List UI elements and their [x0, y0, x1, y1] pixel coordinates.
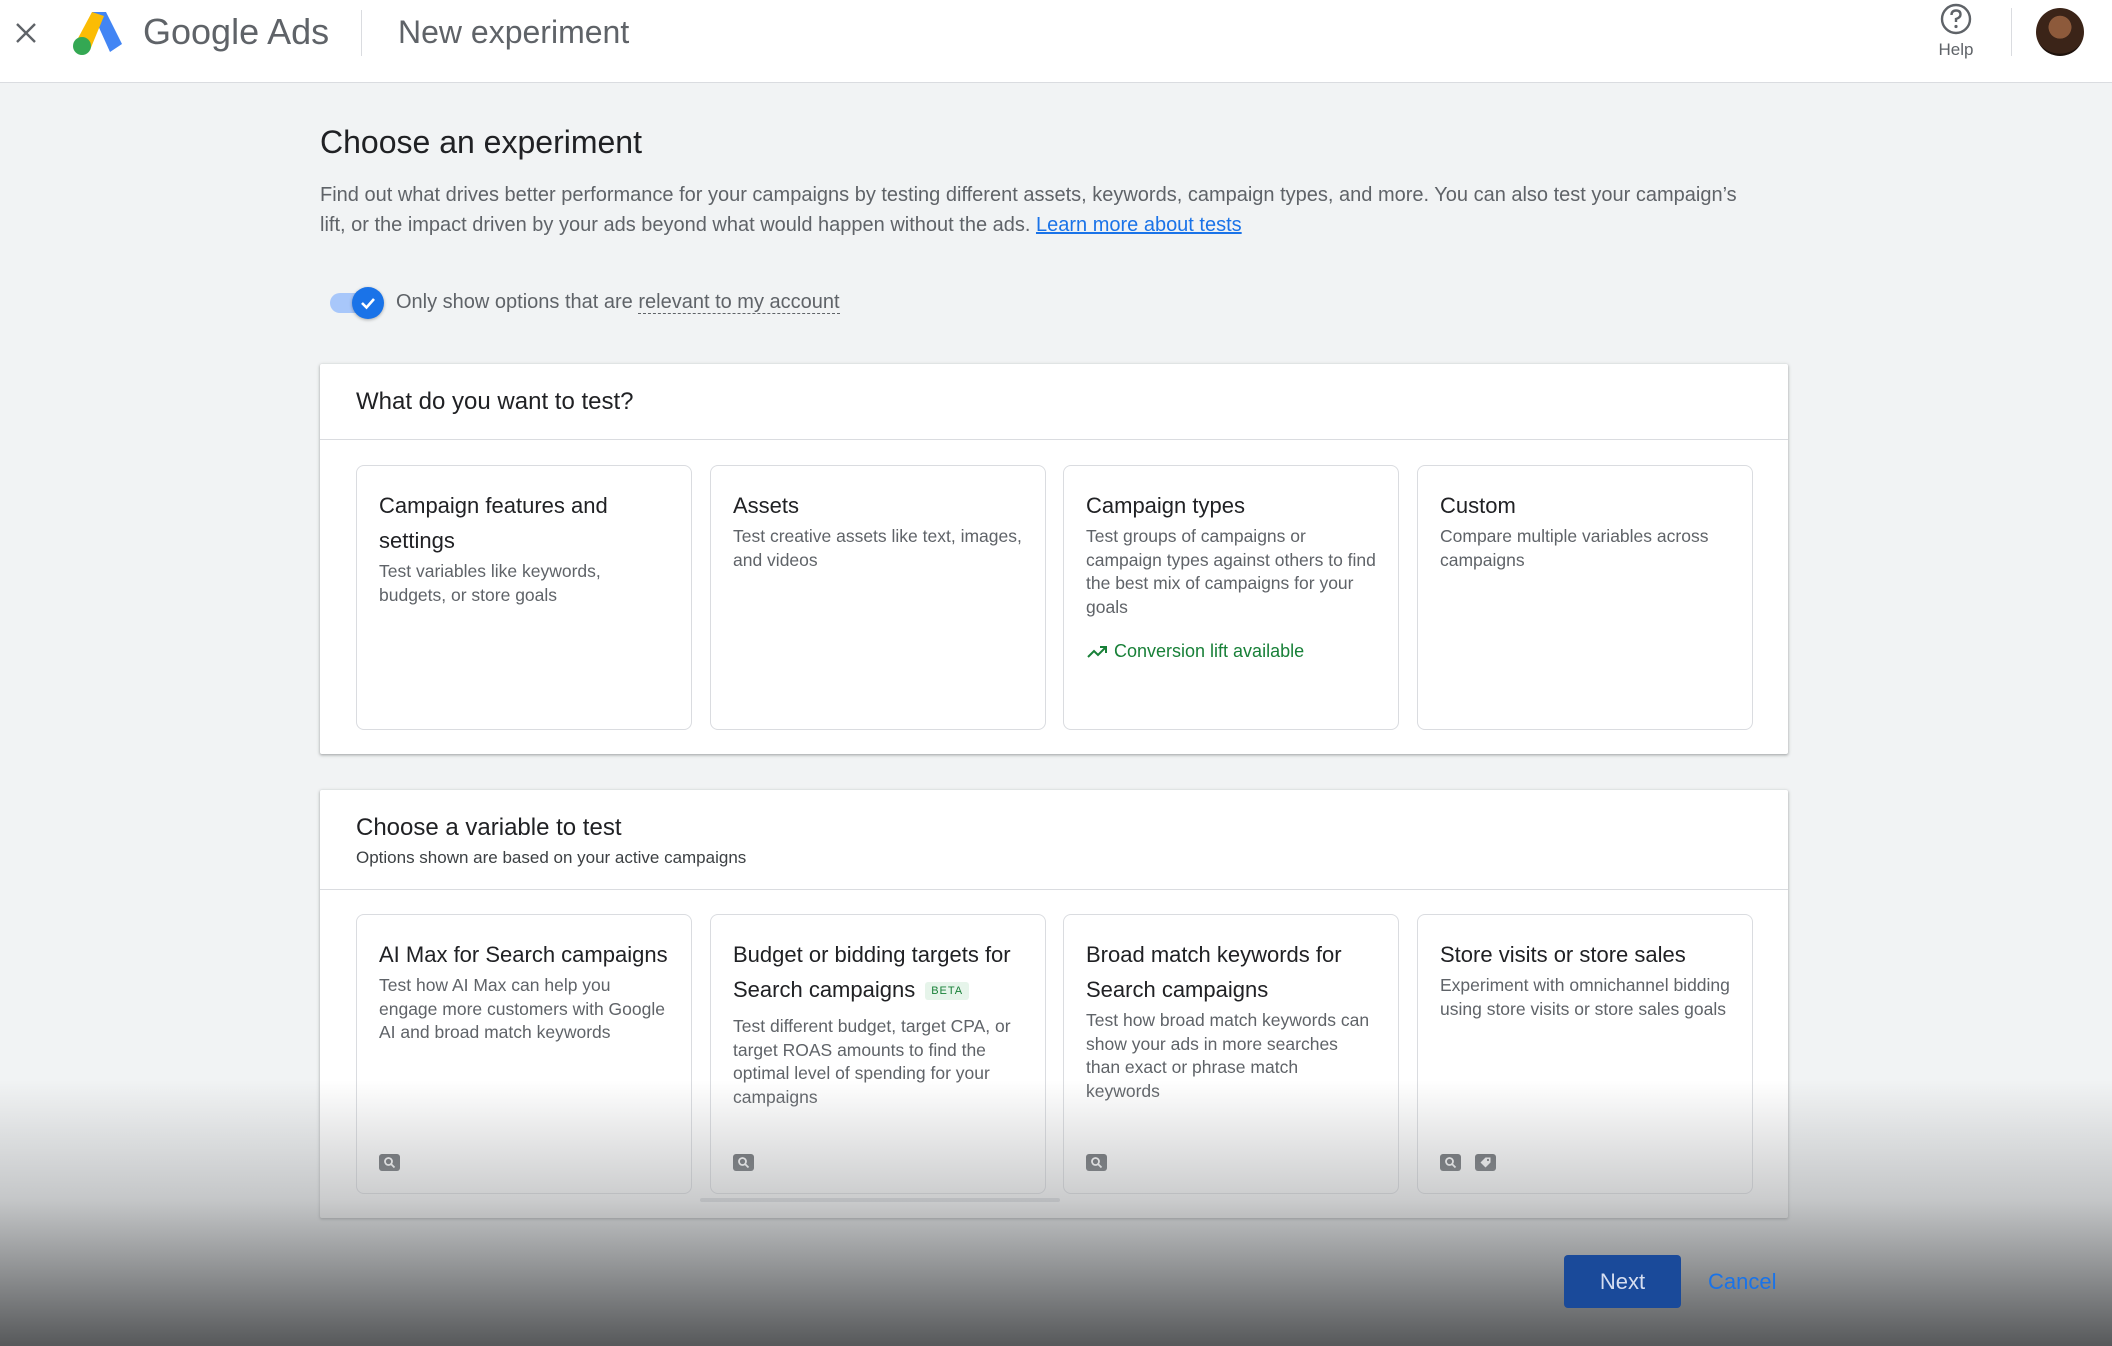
card-title-wrap: Budget or bidding targets for Search cam… — [733, 937, 1023, 1007]
search-campaign-icon — [1440, 1154, 1461, 1171]
card-broad-match[interactable]: Broad match keywords for Search campaign… — [1063, 914, 1399, 1194]
card-desc: Test how broad match keywords can show y… — [1086, 1010, 1370, 1101]
tag-icon — [1475, 1154, 1496, 1171]
card-title: AI Max for Search campaigns — [379, 942, 668, 967]
intro-body: Find out what drives better performance … — [320, 184, 1737, 236]
close-icon — [16, 23, 36, 43]
card-icons — [1440, 1154, 1496, 1171]
variable-panel-title: Choose a variable to test — [356, 814, 622, 841]
conversion-lift-text: Conversion lift available — [1114, 641, 1305, 661]
card-desc: Test different budget, target CPA, or ta… — [733, 1016, 1011, 1107]
close-button[interactable] — [10, 14, 42, 52]
brand-name: Google Ads — [143, 10, 329, 54]
card-desc: Test how AI Max can help you engage more… — [379, 975, 665, 1042]
relevance-toggle[interactable] — [330, 287, 384, 319]
toggle-knob — [352, 287, 384, 319]
conversion-lift-note: Conversion lift available — [1086, 641, 1376, 662]
card-ai-max[interactable]: AI Max for Search campaigns Test how AI … — [356, 914, 692, 1194]
relevant-account-link[interactable]: relevant to my account — [638, 290, 840, 314]
avatar[interactable] — [2036, 8, 2084, 56]
card-title: Assets — [733, 493, 800, 518]
test-type-panel-header: What do you want to test? — [320, 364, 1788, 440]
card-budget-bidding[interactable]: Budget or bidding targets for Search cam… — [710, 914, 1046, 1194]
brand-google: Google — [143, 11, 260, 52]
card-desc: Test groups of campaigns or campaign typ… — [1086, 526, 1376, 617]
test-type-panel: What do you want to test? Campaign featu… — [320, 364, 1788, 754]
card-icons — [733, 1154, 754, 1171]
card-custom[interactable]: Custom Compare multiple variables across… — [1417, 465, 1753, 730]
card-title: Campaign types — [1086, 493, 1245, 518]
intro-text: Find out what drives better performance … — [320, 180, 1750, 240]
card-desc: Experiment with omnichannel bidding usin… — [1440, 975, 1730, 1019]
header-divider — [361, 10, 362, 56]
search-campaign-icon — [1086, 1154, 1107, 1171]
page-name: New experiment — [398, 14, 630, 50]
next-button[interactable]: Next — [1564, 1255, 1681, 1308]
relevance-toggle-row: Only show options that are relevant to m… — [330, 286, 840, 319]
variable-panel: Choose a variable to test Options shown … — [320, 790, 1788, 1218]
header-divider-right — [2011, 8, 2012, 56]
search-campaign-icon — [379, 1154, 400, 1171]
cancel-button[interactable]: Cancel — [1700, 1255, 1784, 1308]
card-assets[interactable]: Assets Test creative assets like text, i… — [710, 465, 1046, 730]
help-label: Help — [1938, 40, 1974, 59]
card-title: Custom — [1440, 493, 1516, 518]
card-campaign-types[interactable]: Campaign types Test groups of campaigns … — [1063, 465, 1399, 730]
variable-panel-header: Choose a variable to test Options shown … — [320, 790, 1788, 890]
card-icons — [1086, 1154, 1107, 1171]
search-campaign-icon — [733, 1154, 754, 1171]
card-title: Campaign features and settings — [379, 493, 608, 553]
page-title: Choose an experiment — [320, 124, 642, 160]
beta-badge: BETA — [925, 982, 970, 1001]
brand-ads: Ads — [267, 11, 330, 52]
google-ads-logo-icon — [73, 12, 122, 55]
trending-up-icon — [1087, 645, 1107, 658]
test-type-panel-title: What do you want to test? — [356, 388, 634, 415]
card-desc: Compare multiple variables across campai… — [1440, 526, 1709, 570]
card-desc: Test creative assets like text, images, … — [733, 526, 1022, 570]
check-icon — [361, 298, 375, 310]
card-campaign-features[interactable]: Campaign features and settings Test vari… — [356, 465, 692, 730]
card-title: Store visits or store sales — [1440, 942, 1686, 967]
card-title: Broad match keywords for Search campaign… — [1086, 942, 1342, 1002]
card-desc: Test variables like keywords, budgets, o… — [379, 561, 601, 605]
help-icon — [1940, 3, 1972, 35]
card-store-visits[interactable]: Store visits or store sales Experiment w… — [1417, 914, 1753, 1194]
scrollbar[interactable] — [700, 1198, 1060, 1202]
help-button[interactable]: Help — [1930, 2, 1982, 70]
variable-panel-subtitle: Options shown are based on your active c… — [356, 848, 747, 867]
top-bar: Google Ads New experiment Help — [0, 0, 2112, 83]
learn-more-link[interactable]: Learn more about tests — [1036, 214, 1242, 236]
toggle-label-prefix: Only show options that are — [396, 290, 639, 313]
card-icons — [379, 1154, 400, 1171]
toggle-label: Only show options that are relevant to m… — [396, 290, 840, 314]
